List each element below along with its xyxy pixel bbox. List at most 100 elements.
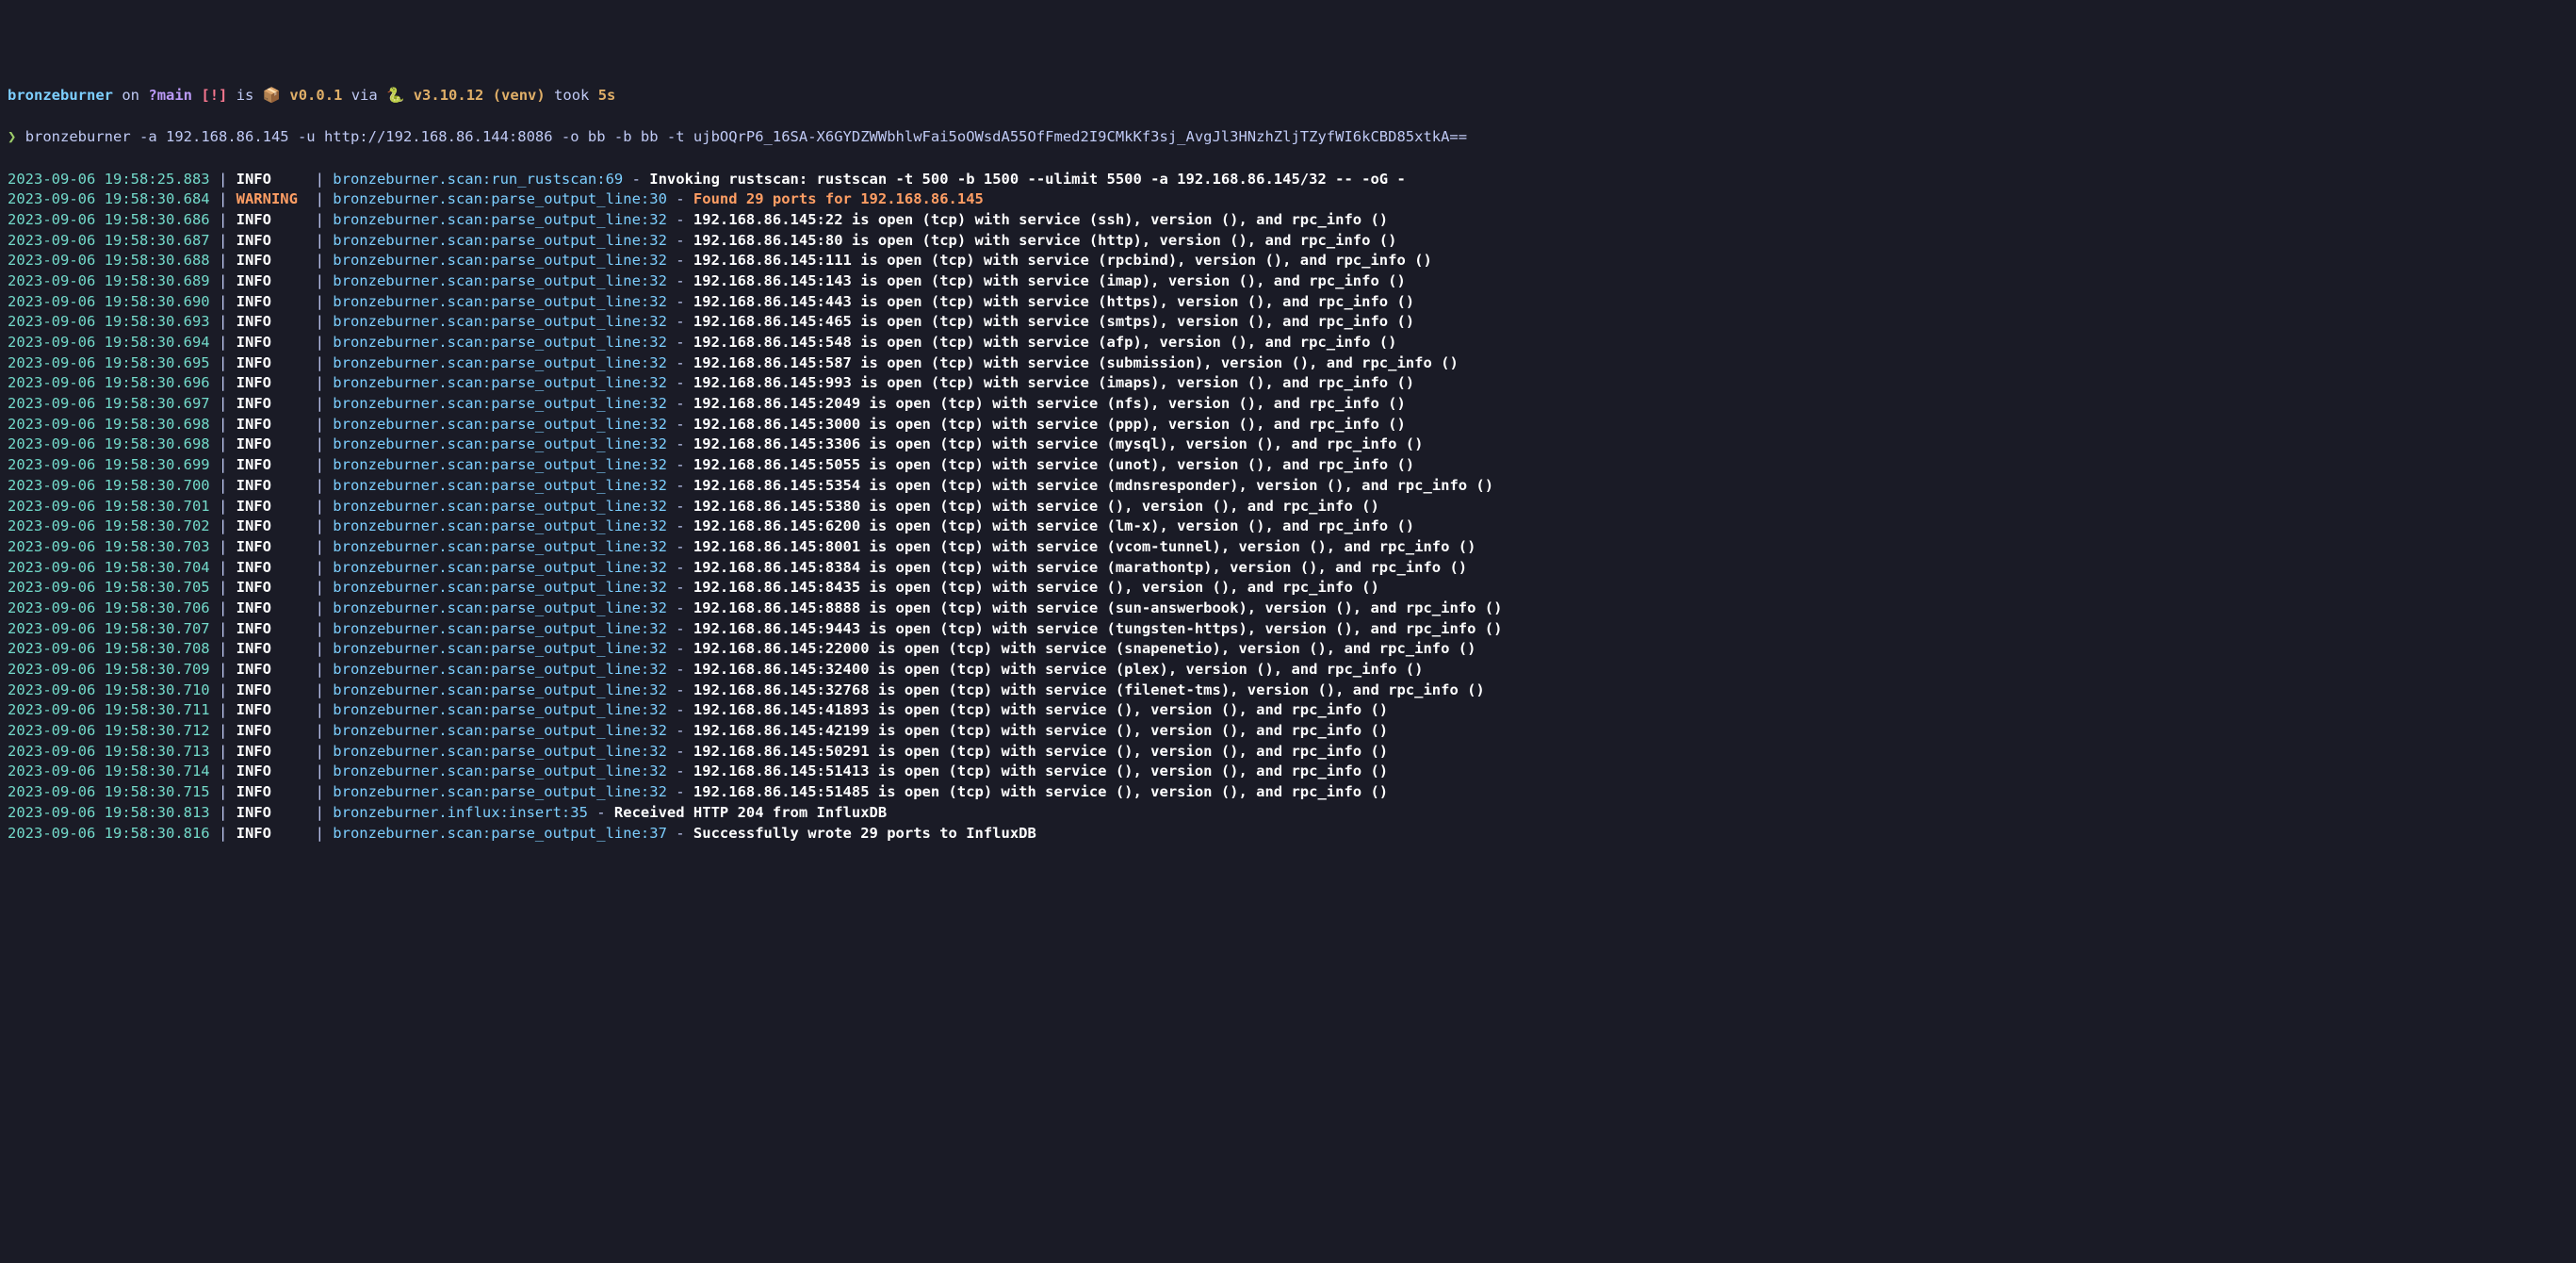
log-source: bronzeburner.scan:parse_output_line:32 xyxy=(333,211,667,228)
log-dash: - xyxy=(667,435,693,452)
log-line: 2023-09-06 19:58:30.690 | INFO | bronzeb… xyxy=(8,292,2568,313)
log-separator: | xyxy=(210,579,236,596)
log-dash: - xyxy=(667,374,693,391)
log-source: bronzeburner.influx:insert:35 xyxy=(333,804,588,821)
log-timestamp: 2023-09-06 19:58:30.699 xyxy=(8,456,210,473)
log-dash: - xyxy=(667,620,693,637)
log-message: 192.168.86.145:22000 is open (tcp) with … xyxy=(693,640,1476,657)
log-source: bronzeburner.scan:parse_output_line:32 xyxy=(333,599,667,616)
log-timestamp: 2023-09-06 19:58:30.813 xyxy=(8,804,210,821)
log-timestamp: 2023-09-06 19:58:30.702 xyxy=(8,517,210,534)
log-dash: - xyxy=(667,334,693,351)
log-source: bronzeburner.scan:parse_output_line:32 xyxy=(333,763,667,779)
prompt-dir: bronzeburner xyxy=(8,87,113,104)
log-message: 192.168.86.145:443 is open (tcp) with se… xyxy=(693,293,1414,310)
log-source: bronzeburner.scan:parse_output_line:32 xyxy=(333,661,667,678)
log-message: 192.168.86.145:111 is open (tcp) with se… xyxy=(693,252,1432,269)
log-timestamp: 2023-09-06 19:58:30.694 xyxy=(8,334,210,351)
snake-icon: 🐍 xyxy=(386,87,404,104)
log-timestamp: 2023-09-06 19:58:30.707 xyxy=(8,620,210,637)
log-line: 2023-09-06 19:58:30.701 | INFO | bronzeb… xyxy=(8,497,2568,517)
package-version: v0.0.1 xyxy=(289,87,342,104)
log-source: bronzeburner.scan:parse_output_line:32 xyxy=(333,313,667,330)
log-dash: - xyxy=(667,701,693,718)
log-level: INFO xyxy=(236,517,307,534)
log-level: INFO xyxy=(236,171,307,188)
log-level: INFO xyxy=(236,272,307,289)
prompt-took: took xyxy=(554,87,589,104)
log-timestamp: 2023-09-06 19:58:30.684 xyxy=(8,190,210,207)
log-separator: | xyxy=(210,599,236,616)
shell-command-line[interactable]: ❯ bronzeburner -a 192.168.86.145 -u http… xyxy=(8,127,2568,148)
log-dash: - xyxy=(667,190,693,207)
prompt-arrow-icon: ❯ xyxy=(8,128,16,145)
log-separator: | xyxy=(306,538,333,555)
log-dash: - xyxy=(667,640,693,657)
log-message: 192.168.86.145:51413 is open (tcp) with … xyxy=(693,763,1388,779)
log-level: INFO xyxy=(236,538,307,555)
log-message: 192.168.86.145:5380 is open (tcp) with s… xyxy=(693,498,1379,515)
log-line: 2023-09-06 19:58:30.711 | INFO | bronzeb… xyxy=(8,700,2568,721)
log-timestamp: 2023-09-06 19:58:30.686 xyxy=(8,211,210,228)
log-level: WARNING xyxy=(236,190,307,207)
log-separator: | xyxy=(306,599,333,616)
log-separator: | xyxy=(306,498,333,515)
log-message: Successfully wrote 29 ports to InfluxDB xyxy=(693,825,1036,842)
log-separator: | xyxy=(210,825,236,842)
log-separator: | xyxy=(306,825,333,842)
log-output: 2023-09-06 19:58:25.883 | INFO | bronzeb… xyxy=(8,170,2568,845)
log-message: Received HTTP 204 from InfluxDB xyxy=(614,804,887,821)
log-timestamp: 2023-09-06 19:58:30.708 xyxy=(8,640,210,657)
log-level: INFO xyxy=(236,599,307,616)
log-timestamp: 2023-09-06 19:58:30.698 xyxy=(8,416,210,433)
log-level: INFO xyxy=(236,293,307,310)
log-source: bronzeburner.scan:parse_output_line:32 xyxy=(333,395,667,412)
log-message: 192.168.86.145:42199 is open (tcp) with … xyxy=(693,722,1388,739)
log-message: 192.168.86.145:465 is open (tcp) with se… xyxy=(693,313,1414,330)
log-level: INFO xyxy=(236,701,307,718)
log-level: INFO xyxy=(236,681,307,698)
log-dash: - xyxy=(667,743,693,760)
log-timestamp: 2023-09-06 19:58:30.687 xyxy=(8,232,210,249)
log-message: 192.168.86.145:5354 is open (tcp) with s… xyxy=(693,477,1493,494)
log-separator: | xyxy=(210,640,236,657)
log-separator: | xyxy=(210,232,236,249)
log-level: INFO xyxy=(236,477,307,494)
log-timestamp: 2023-09-06 19:58:30.695 xyxy=(8,354,210,371)
log-line: 2023-09-06 19:58:30.710 | INFO | bronzeb… xyxy=(8,681,2568,701)
log-level: INFO xyxy=(236,435,307,452)
log-separator: | xyxy=(210,395,236,412)
log-source: bronzeburner.scan:parse_output_line:32 xyxy=(333,354,667,371)
log-separator: | xyxy=(210,559,236,576)
log-source: bronzeburner.scan:parse_output_line:32 xyxy=(333,232,667,249)
log-timestamp: 2023-09-06 19:58:30.690 xyxy=(8,293,210,310)
log-source: bronzeburner.scan:parse_output_line:32 xyxy=(333,477,667,494)
log-source: bronzeburner.scan:parse_output_line:32 xyxy=(333,620,667,637)
log-line: 2023-09-06 19:58:30.693 | INFO | bronzeb… xyxy=(8,312,2568,333)
log-message: 192.168.86.145:9443 is open (tcp) with s… xyxy=(693,620,1503,637)
log-level: INFO xyxy=(236,640,307,657)
log-separator: | xyxy=(210,171,236,188)
log-separator: | xyxy=(306,661,333,678)
log-message: 192.168.86.145:8435 is open (tcp) with s… xyxy=(693,579,1379,596)
log-level: INFO xyxy=(236,763,307,779)
log-separator: | xyxy=(306,232,333,249)
log-level: INFO xyxy=(236,211,307,228)
log-timestamp: 2023-09-06 19:58:25.883 xyxy=(8,171,210,188)
log-separator: | xyxy=(306,681,333,698)
log-separator: | xyxy=(306,763,333,779)
log-dash: - xyxy=(667,354,693,371)
log-line: 2023-09-06 19:58:30.700 | INFO | bronzeb… xyxy=(8,476,2568,497)
log-separator: | xyxy=(306,272,333,289)
log-separator: | xyxy=(210,416,236,433)
log-source: bronzeburner.scan:parse_output_line:32 xyxy=(333,743,667,760)
log-message: 192.168.86.145:8384 is open (tcp) with s… xyxy=(693,559,1467,576)
log-line: 2023-09-06 19:58:30.705 | INFO | bronzeb… xyxy=(8,578,2568,599)
log-message: Invoking rustscan: rustscan -t 500 -b 15… xyxy=(649,171,1406,188)
log-line: 2023-09-06 19:58:30.703 | INFO | bronzeb… xyxy=(8,537,2568,558)
log-separator: | xyxy=(210,498,236,515)
log-source: bronzeburner.scan:parse_output_line:32 xyxy=(333,435,667,452)
log-source: bronzeburner.scan:parse_output_line:32 xyxy=(333,640,667,657)
log-level: INFO xyxy=(236,804,307,821)
log-dash: - xyxy=(667,211,693,228)
